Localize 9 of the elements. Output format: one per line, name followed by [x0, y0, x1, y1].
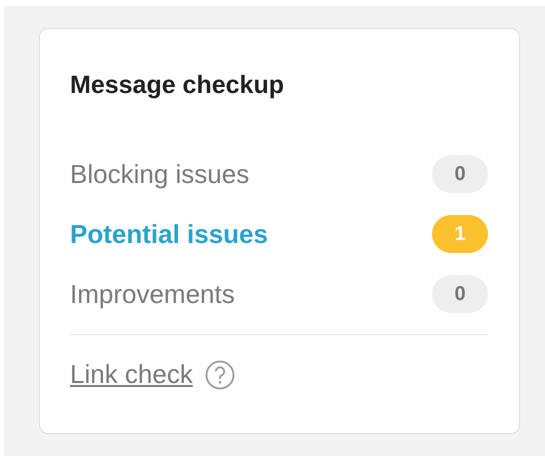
card-title: Message checkup	[70, 71, 285, 100]
link-check-link[interactable]: Link check	[70, 359, 193, 390]
count-badge: 1	[432, 215, 488, 253]
count-badge: 0	[432, 155, 488, 193]
help-icon[interactable]	[204, 360, 235, 390]
issue-tab[interactable]: Potential issues	[70, 218, 268, 250]
count-badge: 0	[432, 275, 488, 313]
issue-tab[interactable]: Blocking issues	[70, 158, 250, 190]
issue-tab[interactable]: Improvements	[70, 278, 235, 310]
